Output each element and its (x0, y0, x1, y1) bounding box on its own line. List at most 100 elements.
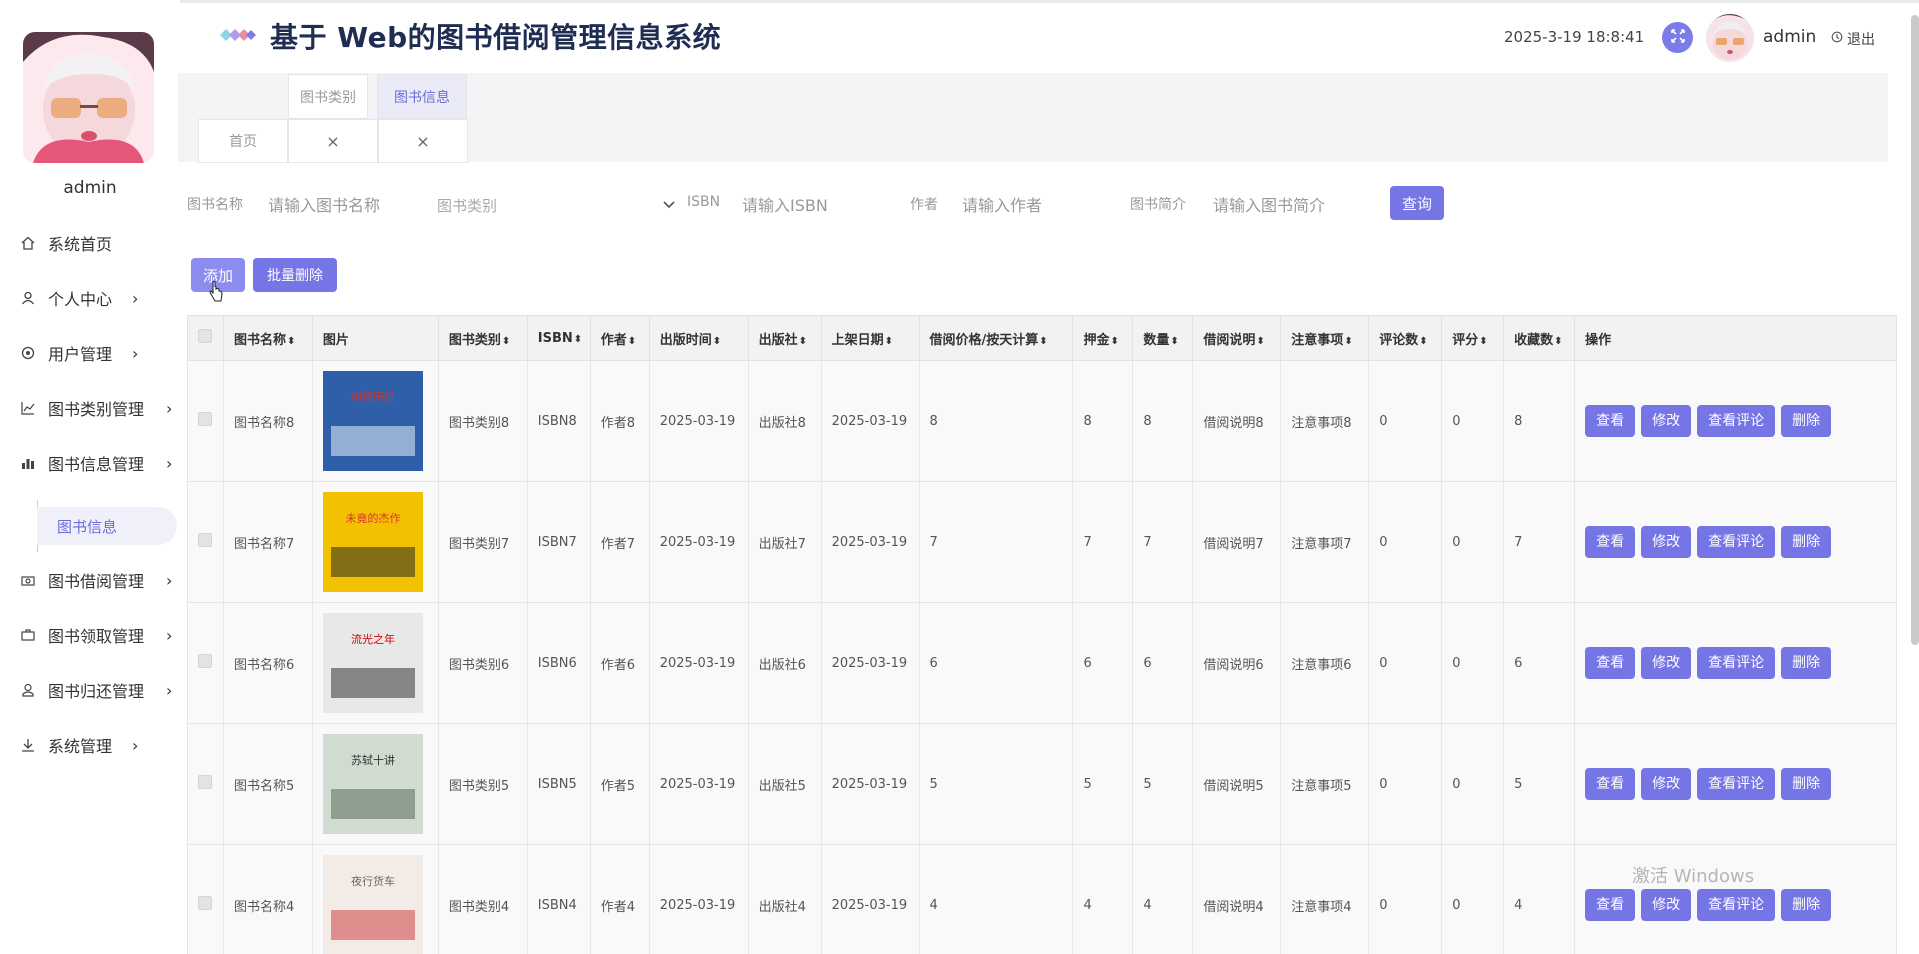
user-avatar-large[interactable] (23, 32, 154, 163)
col-header[interactable]: 出版时间⬍ (648, 315, 749, 361)
sidebar-item-label: 图书领取管理 (48, 627, 145, 646)
row-select-cell[interactable] (187, 481, 224, 603)
row-checkbox[interactable] (198, 896, 212, 910)
select-all-checkbox[interactable] (198, 329, 212, 343)
view-comments-button[interactable]: 查看评论 (1697, 405, 1776, 437)
cell-shelf-date: 2025-03-19 (820, 844, 920, 954)
top-border (0, 0, 1919, 3)
col-header[interactable]: 注意事项⬍ (1280, 315, 1370, 361)
cell-pub-date: 2025-03-19 (648, 360, 749, 482)
col-header[interactable]: 图书类别⬍ (437, 315, 528, 361)
col-header[interactable]: 上架日期⬍ (820, 315, 920, 361)
header-username[interactable]: admin (1763, 27, 1816, 47)
sort-icon: ⬍ (1344, 335, 1353, 347)
submenu-item-book-info[interactable]: 图书信息 (37, 507, 177, 545)
sidebar-item-category[interactable]: 图书类别管理 › (20, 388, 180, 428)
query-button[interactable]: 查询 (1390, 186, 1444, 220)
book-cover-image[interactable]: 苏轼十讲 (322, 734, 423, 834)
cell-publisher: 出版社6 (747, 602, 822, 724)
row-checkbox[interactable] (198, 533, 212, 547)
tab-home[interactable]: 首页 (198, 119, 288, 163)
row-select-cell[interactable] (187, 844, 224, 954)
col-header[interactable]: 收藏数⬍ (1503, 315, 1576, 361)
edit-button[interactable]: 修改 (1641, 768, 1692, 800)
book-cover-image[interactable]: 未竟的杰作 (322, 492, 423, 592)
vertical-scrollbar[interactable] (1911, 15, 1919, 645)
view-comments-button[interactable]: 查看评论 (1697, 526, 1776, 558)
sidebar-item-personal[interactable]: 个人中心 › (20, 278, 180, 318)
col-header[interactable]: 押金⬍ (1072, 315, 1134, 361)
edit-button[interactable]: 修改 (1641, 889, 1692, 921)
book-cover-image[interactable]: 树理历程 (322, 371, 423, 471)
tab-category-lower[interactable]: × (288, 119, 378, 163)
cell-rating: 0 (1441, 602, 1505, 724)
col-header: 操作 (1574, 315, 1897, 361)
row-select-cell[interactable] (187, 602, 224, 724)
view-button[interactable]: 查看 (1585, 768, 1636, 800)
edit-button[interactable]: 修改 (1641, 647, 1692, 679)
cell-rating: 0 (1441, 481, 1505, 603)
edit-button[interactable]: 修改 (1641, 405, 1692, 437)
edit-button[interactable]: 修改 (1641, 526, 1692, 558)
cell-comments: 0 (1368, 360, 1443, 482)
row-checkbox[interactable] (198, 775, 212, 789)
book-cover-image[interactable]: 流光之年 (322, 613, 423, 713)
logout-button[interactable]: 退出 (1831, 29, 1875, 49)
sort-icon: ⬍ (1170, 335, 1179, 347)
intro-input[interactable] (1213, 192, 1373, 218)
tab-book-info[interactable]: 图书信息 (377, 74, 467, 119)
row-select-cell[interactable] (187, 723, 224, 845)
user-avatar[interactable] (1706, 14, 1754, 62)
bar-chart-icon (20, 455, 36, 471)
sort-icon: ⬍ (884, 335, 893, 347)
col-header[interactable]: 评分⬍ (1441, 315, 1505, 361)
fullscreen-button[interactable] (1662, 22, 1693, 53)
row-checkbox[interactable] (198, 412, 212, 426)
sidebar-item-system[interactable]: 系统管理 › (20, 725, 180, 765)
cell-category: 图书类别6 (437, 602, 528, 724)
close-icon[interactable]: × (326, 132, 339, 151)
author-input[interactable] (962, 192, 1112, 218)
sidebar-item-users[interactable]: 用户管理 › (20, 333, 180, 373)
isbn-input[interactable] (742, 192, 892, 218)
view-comments-button[interactable]: 查看评论 (1697, 647, 1776, 679)
col-header[interactable]: 图书名称⬍ (222, 315, 313, 361)
delete-button[interactable]: 删除 (1781, 405, 1832, 437)
close-icon[interactable]: × (416, 132, 429, 151)
sidebar-item-home[interactable]: 系统首页 (20, 223, 180, 263)
cell-name: 图书名称6 (222, 602, 313, 724)
book-name-input[interactable] (268, 192, 418, 218)
view-button[interactable]: 查看 (1585, 889, 1636, 921)
delete-button[interactable]: 删除 (1781, 526, 1832, 558)
view-button[interactable]: 查看 (1585, 647, 1636, 679)
view-button[interactable]: 查看 (1585, 526, 1636, 558)
col-header[interactable]: 作者⬍ (589, 315, 650, 361)
batch-delete-button[interactable]: 批量删除 (253, 258, 337, 292)
row-checkbox[interactable] (198, 654, 212, 668)
sidebar-item-pickup[interactable]: 图书领取管理 › (20, 615, 180, 655)
sidebar-item-return[interactable]: 图书归还管理 › (20, 670, 180, 710)
col-header[interactable]: 评论数⬍ (1368, 315, 1443, 361)
sidebar-item-borrow[interactable]: 图书借阅管理 › (20, 560, 180, 600)
category-select[interactable]: 图书类别 (437, 192, 675, 218)
sidebar-item-book-info[interactable]: 图书信息管理 › (20, 443, 180, 483)
col-header[interactable]: 借阅价格/按天计算⬍ (918, 315, 1074, 361)
delete-button[interactable]: 删除 (1781, 889, 1832, 921)
col-header[interactable]: 借阅说明⬍ (1192, 315, 1282, 361)
book-cover-image[interactable]: 夜行货车 (322, 855, 423, 954)
tab-info-lower[interactable]: × (378, 119, 468, 163)
tab-category[interactable]: 图书类别 (288, 74, 368, 119)
view-comments-button[interactable]: 查看评论 (1697, 889, 1776, 921)
cell-author: 作者6 (589, 602, 650, 724)
col-header[interactable]: ISBN⬍ (526, 315, 591, 361)
col-header[interactable]: 出版社⬍ (747, 315, 822, 361)
book-cover-cell: 流光之年 (311, 602, 439, 724)
view-button[interactable]: 查看 (1585, 405, 1636, 437)
cell-qty: 6 (1132, 602, 1194, 724)
col-header[interactable]: 数量⬍ (1132, 315, 1194, 361)
view-comments-button[interactable]: 查看评论 (1697, 768, 1776, 800)
delete-button[interactable]: 删除 (1781, 647, 1832, 679)
select-all-cell[interactable] (187, 315, 224, 361)
delete-button[interactable]: 删除 (1781, 768, 1832, 800)
row-select-cell[interactable] (187, 360, 224, 482)
